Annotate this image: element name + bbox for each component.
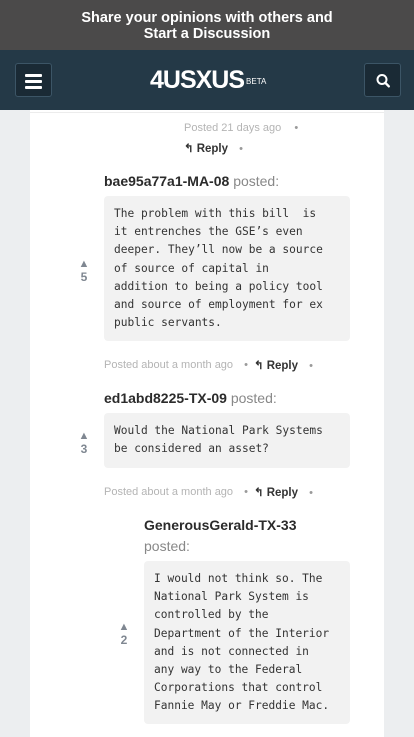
- separator-dot: •: [244, 486, 248, 498]
- upvote-chevron-icon[interactable]: ▲: [74, 258, 94, 270]
- comment-body: I would not think so. The National Park …: [144, 561, 350, 724]
- comment-meta: Posted 21 days ago •: [184, 122, 298, 134]
- comment-author[interactable]: ed1abd8225-TX-09 posted:: [104, 390, 277, 406]
- logo-text: 4USXUS: [150, 66, 245, 94]
- site-logo[interactable]: 4USXUS BETA: [150, 66, 266, 94]
- search-icon: [376, 74, 390, 88]
- comment-thread: Posted 21 days ago • ↰ Reply • bae95a77a…: [30, 110, 384, 737]
- reply-link[interactable]: ↰ Reply •: [184, 141, 243, 155]
- menu-button[interactable]: [15, 63, 52, 97]
- posted-label: posted:: [144, 538, 190, 554]
- vote-control[interactable]: ▲ 5: [74, 258, 94, 284]
- author-name[interactable]: bae95a77a1-MA-08: [104, 173, 229, 189]
- promo-line-1: Share your opinions with others and: [81, 10, 333, 26]
- comment-author[interactable]: bae95a77a1-MA-08 posted:: [104, 173, 279, 189]
- vote-control[interactable]: ▲ 2: [114, 621, 134, 647]
- separator-dot: •: [294, 122, 299, 134]
- reply-icon: ↰: [184, 143, 194, 155]
- discussion-promo-banner[interactable]: Share your opinions with others and Star…: [0, 0, 414, 50]
- vote-control[interactable]: ▲ 3: [74, 430, 94, 456]
- upvote-chevron-icon[interactable]: ▲: [114, 621, 134, 633]
- comment-meta: Posted about a month ago •: [104, 359, 248, 371]
- posted-label: posted:: [233, 173, 280, 189]
- posted-time: Posted 21 days ago: [184, 122, 282, 134]
- comment-body: The problem with this bill is it entrenc…: [104, 196, 350, 341]
- separator-dot: •: [309, 487, 313, 499]
- search-button[interactable]: [364, 63, 401, 97]
- reply-icon: ↰: [254, 360, 264, 372]
- separator-dot: •: [239, 143, 243, 155]
- reply-label: Reply: [266, 360, 299, 372]
- reply-label: Reply: [196, 143, 229, 155]
- beta-badge: BETA: [246, 77, 267, 86]
- separator-dot: •: [309, 360, 313, 372]
- vote-count: 3: [80, 442, 88, 456]
- posted-label: posted:: [230, 390, 277, 406]
- vote-count: 5: [80, 270, 88, 284]
- comment-author[interactable]: GenerousGerald-TX-33: [144, 517, 297, 533]
- divider: [30, 112, 384, 113]
- promo-line-2: Start a Discussion: [143, 26, 271, 42]
- comment-meta: Posted about a month ago •: [104, 486, 248, 498]
- comment-body: Would the National Park Systems be consi…: [104, 413, 350, 468]
- reply-link[interactable]: ↰ Reply •: [254, 358, 313, 372]
- separator-dot: •: [244, 359, 248, 371]
- vote-count: 2: [120, 633, 128, 647]
- posted-time: Posted about a month ago: [104, 359, 234, 371]
- reply-icon: ↰: [254, 487, 264, 499]
- posted-time: Posted about a month ago: [104, 486, 234, 498]
- reply-label: Reply: [266, 487, 299, 499]
- author-name[interactable]: ed1abd8225-TX-09: [104, 390, 227, 406]
- upvote-chevron-icon[interactable]: ▲: [74, 430, 94, 442]
- author-name[interactable]: GenerousGerald-TX-33: [144, 517, 297, 533]
- top-navbar: 4USXUS BETA: [0, 50, 414, 110]
- reply-link[interactable]: ↰ Reply •: [254, 485, 313, 499]
